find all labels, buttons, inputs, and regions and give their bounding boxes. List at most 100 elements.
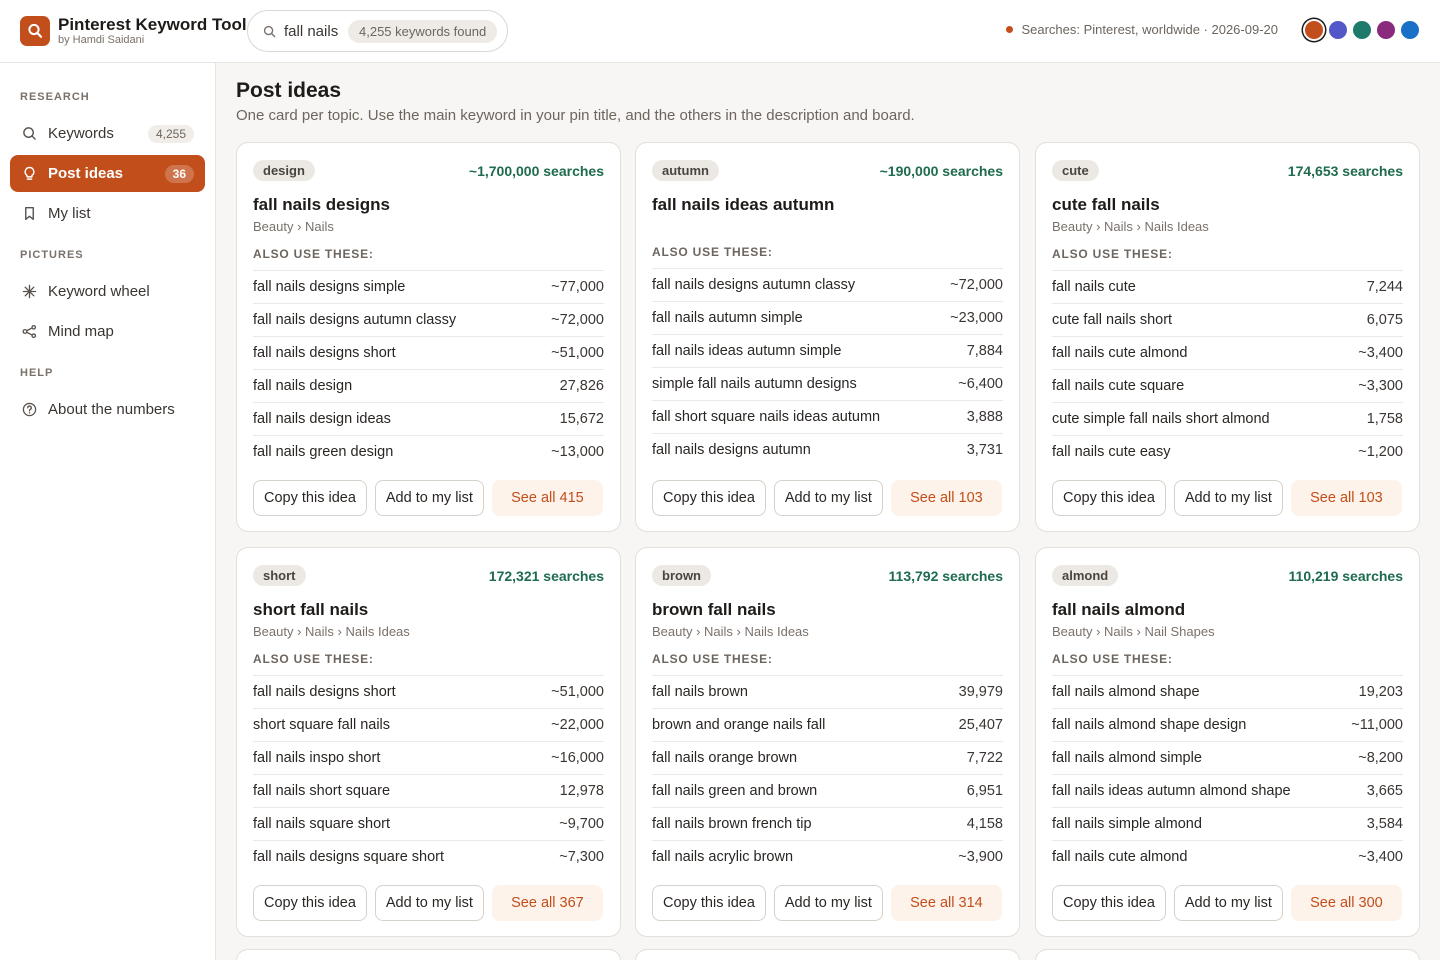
sidebar-item-my-list[interactable]: My list [10,195,205,232]
idea-card: short 172,321 searches short fall nails Bea… [236,547,621,937]
add-to-list-button[interactable]: Add to my list [773,885,883,921]
also-use-label: ALSO USE THESE: [253,247,374,261]
search-input[interactable] [284,22,348,40]
keyword-text: fall nails designs square short [253,849,445,865]
copy-idea-button[interactable]: Copy this idea [652,480,766,516]
keyword-row: fall nails green design ~13,000 [253,435,604,468]
keyword-row: fall nails almond simple ~8,200 [1052,741,1403,774]
keyword-text: fall nails designs autumn classy [652,277,856,293]
keyword-text: fall nails acrylic brown [652,849,794,865]
keyword-text: fall nails design ideas [253,411,391,427]
see-all-button[interactable]: See all 314 [890,885,1002,921]
add-to-list-button[interactable]: Add to my list [374,885,484,921]
theme-color-swatches [1305,21,1419,39]
sidebar-section-pictures: PICTURES [20,249,84,261]
keyword-volume: 3,731 [966,442,1003,458]
card-actions: Copy this idea Add to my list See all 300 [1052,885,1402,921]
sidebar-item-keyword-wheel[interactable]: Keyword wheel [10,273,205,310]
keyword-volume: 6,075 [1366,312,1403,328]
theme-swatch[interactable] [1377,21,1395,39]
keyword-row: fall nails designs square short ~7,300 [253,840,604,873]
page-title: Post ideas [236,79,342,102]
see-all-button[interactable]: See all 103 [890,480,1002,516]
idea-card-partial [236,949,621,960]
keyword-volume: ~3,400 [1358,345,1403,361]
theme-swatch[interactable] [1401,21,1419,39]
copy-idea-button[interactable]: Copy this idea [253,885,367,921]
keyword-text: fall nails design [253,378,353,394]
see-all-button[interactable]: See all 415 [491,480,603,516]
card-title: fall nails ideas autumn [652,195,835,214]
search-box[interactable]: 4,255 keywords found [247,10,508,52]
topic-tag: almond [1052,565,1119,586]
keyword-row: fall nails short square 12,978 [253,774,604,807]
add-to-list-button[interactable]: Add to my list [1173,480,1283,516]
keyword-row: short square fall nails ~22,000 [253,708,604,741]
keyword-row: fall nails autumn simple ~23,000 [652,301,1003,334]
keyword-text: short square fall nails [253,717,391,733]
also-use-label: ALSO USE THESE: [652,652,773,666]
copy-idea-button[interactable]: Copy this idea [1052,480,1166,516]
keyword-row: fall nails inspo short ~16,000 [253,741,604,774]
add-to-list-button[interactable]: Add to my list [374,480,484,516]
theme-swatch[interactable] [1353,21,1371,39]
copy-idea-button[interactable]: Copy this idea [1052,885,1166,921]
keyword-volume: 25,407 [958,717,1003,733]
search-volume: 110,219 searches [1288,568,1403,584]
keyword-text: fall nails designs short [253,345,396,361]
post-ideas-count-badge: 36 [164,164,194,183]
sidebar-item-about[interactable]: About the numbers [10,391,205,428]
keyword-text: fall nails cute almond [1052,849,1188,865]
keyword-row: fall nails designs autumn classy ~72,000 [253,303,604,336]
main-content: Post ideas One card per topic. Use the m… [216,63,1440,960]
keyword-row: fall nails designs short ~51,000 [253,336,604,369]
search-volume: ~190,000 searches [879,163,1003,179]
keyword-text: cute simple fall nails short almond [1052,411,1270,427]
keyword-volume: ~16,000 [551,750,604,766]
topic-tag: cute [1052,160,1099,181]
search-volume: 172,321 searches [488,568,604,584]
topic-tag: short [253,565,306,586]
copy-idea-button[interactable]: Copy this idea [652,885,766,921]
sidebar-item-mind-map[interactable]: Mind map [10,313,205,350]
theme-swatch[interactable] [1329,21,1347,39]
keyword-volume: ~3,300 [1358,378,1403,394]
sidebar-item-label: Keyword wheel [48,283,150,300]
copy-idea-button[interactable]: Copy this idea [253,480,367,516]
add-to-list-button[interactable]: Add to my list [773,480,883,516]
theme-swatch[interactable] [1305,21,1323,39]
see-all-button[interactable]: See all 300 [1290,885,1402,921]
app-logo [20,16,50,46]
sidebar-item-label: My list [48,205,91,222]
keyword-text: fall nails ideas autumn almond shape [1052,783,1291,799]
sidebar-item-keywords[interactable]: Keywords 4,255 [10,115,205,152]
sidebar-item-post-ideas[interactable]: Post ideas 36 [10,155,205,192]
keyword-volume: 7,722 [966,750,1003,766]
keyword-volume: ~72,000 [551,312,604,328]
see-all-button[interactable]: See all 367 [491,885,603,921]
keyword-text: brown and orange nails fall [652,717,826,733]
keyword-volume: ~6,400 [958,376,1003,392]
status-text: Searches: Pinterest, worldwide · 2026-09… [1021,22,1278,37]
keyword-volume: 39,979 [958,684,1003,700]
keyword-row: fall nails cute square ~3,300 [1052,369,1403,402]
keyword-text: cute fall nails short [1052,312,1173,328]
keyword-row: fall nails designs short ~51,000 [253,675,604,708]
keyword-text: simple fall nails autumn designs [652,376,857,392]
status-dot-icon [1006,26,1014,33]
keyword-volume: 1,758 [1366,411,1403,427]
keyword-volume: ~51,000 [551,345,604,361]
keyword-row: fall nails simple almond 3,584 [1052,807,1403,840]
search-volume: 113,792 searches [888,568,1003,584]
keyword-volume: 3,584 [1366,816,1403,832]
keyword-text: fall nails designs short [253,684,396,700]
keyword-volume: 7,244 [1366,279,1403,295]
also-use-label: ALSO USE THESE: [652,245,773,259]
keyword-text: fall nails cute square [1052,378,1185,394]
sidebar-item-label: Keywords [48,125,114,142]
related-keyword-list: fall nails designs simple ~77,000 fall nai… [253,270,604,468]
related-keyword-list: fall nails designs autumn classy ~72,000 f… [652,268,1003,466]
keywords-count-badge: 4,255 [147,124,194,143]
see-all-button[interactable]: See all 103 [1290,480,1402,516]
add-to-list-button[interactable]: Add to my list [1173,885,1283,921]
